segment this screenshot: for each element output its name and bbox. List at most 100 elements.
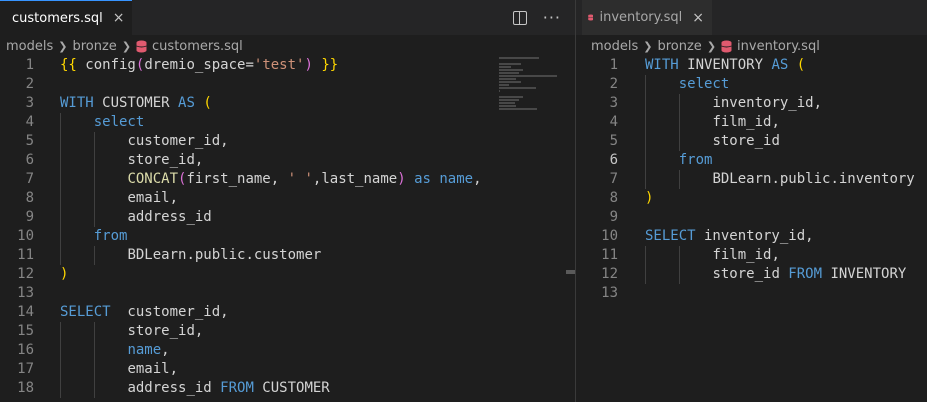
code-token: WITH (60, 95, 94, 111)
code-line[interactable]: 16 name, (0, 341, 575, 360)
minimap-line (499, 87, 537, 89)
more-actions-icon[interactable]: ··· (543, 8, 561, 27)
code-text: BDLearn.public.inventory (645, 170, 915, 189)
tab-bar: inventory.sql × (576, 0, 927, 35)
tab-customers-sql[interactable]: customers.sql × (0, 0, 132, 35)
code-token: store_id (712, 133, 780, 149)
breadcrumb-item-models[interactable]: models (591, 39, 638, 54)
close-icon[interactable]: × (692, 10, 704, 26)
code-text: CONCAT(first_name, ' ',last_name) as nam… (60, 170, 481, 189)
code-line[interactable]: 10 SELECT inventory_id, (576, 227, 927, 246)
line-number: 1 (609, 57, 618, 73)
code-text: from (645, 151, 713, 170)
line-number: 3 (609, 95, 618, 111)
breadcrumb-item-file[interactable]: inventory.sql (737, 39, 820, 54)
code-token: select (678, 76, 730, 92)
code-line[interactable]: 12 store_id FROM INVENTORY (576, 265, 927, 284)
code-token: dremio_space= (144, 57, 254, 73)
code-line[interactable]: 4 film_id, (576, 113, 927, 132)
code-line[interactable]: 17 email, (0, 360, 575, 379)
line-number: 11 (17, 247, 34, 263)
code-editor[interactable]: 1{{ config(dremio_space='test') }} 2 3 WITH… (0, 56, 575, 402)
code-line[interactable]: 9 (576, 208, 927, 227)
line-number: 6 (609, 152, 618, 168)
code-token: select (93, 114, 145, 130)
code-token: BDLearn.public.customer (127, 247, 322, 263)
code-line[interactable]: 13 (0, 284, 575, 303)
line-number: 1 (25, 57, 34, 73)
close-icon[interactable]: × (113, 10, 125, 26)
database-icon (588, 14, 594, 21)
code-text: store_id, (60, 322, 203, 341)
code-line[interactable]: 12) (0, 265, 575, 284)
editor-actions: ··· (512, 0, 561, 35)
code-token: customer_id, (110, 304, 229, 320)
line-number: 13 (17, 285, 34, 301)
code-line[interactable]: 6 store_id, (0, 151, 575, 170)
code-line[interactable]: 2 (0, 75, 575, 94)
breadcrumb-item-file[interactable]: customers.sql (152, 39, 243, 54)
line-number: 6 (25, 152, 34, 168)
code-token: , (161, 342, 170, 358)
code-editor[interactable]: 1 WITH INVENTORY AS ( 2 select 3 inventory_id… (576, 56, 927, 402)
line-number: 5 (25, 133, 34, 149)
code-token: BDLearn.public.inventory (712, 171, 915, 187)
code-line[interactable]: 1 {{ config(dremio_space='test') }} (0, 56, 575, 75)
code-line[interactable]: 9 address_id (0, 208, 575, 227)
code-text: SELECT customer_id, (60, 303, 229, 322)
code-line[interactable]: 8 email, (0, 189, 575, 208)
line-number: 3 (25, 95, 34, 111)
code-line[interactable]: 11 BDLearn.public.customer (0, 246, 575, 265)
code-line[interactable]: 3 WITH CUSTOMER AS ( (0, 94, 575, 113)
code-line[interactable]: 18 address_id FROM CUSTOMER (0, 379, 575, 398)
code-line[interactable]: 4 select (0, 113, 575, 132)
code-line[interactable]: 7 CONCAT(first_name, ' ',last_name) as na… (0, 170, 575, 189)
split-editor-icon[interactable] (512, 10, 527, 25)
code-line[interactable]: 13 (576, 284, 927, 303)
line-number: 4 (25, 114, 34, 130)
code-token: as (414, 171, 431, 187)
code-token: ) (304, 57, 313, 73)
code-text: email, (60, 189, 178, 208)
code-line[interactable]: 15 store_id, (0, 322, 575, 341)
code-text: inventory_id, (645, 94, 822, 113)
line-number: 11 (601, 247, 618, 263)
code-token: store_id, (127, 323, 204, 339)
code-line[interactable]: 5 customer_id, (0, 132, 575, 151)
code-token: SELECT (645, 228, 696, 244)
code-line[interactable]: 6 from (576, 151, 927, 170)
code-token: name (439, 171, 474, 187)
code-line[interactable]: 3 inventory_id, (576, 94, 927, 113)
code-text: store_id FROM INVENTORY (645, 265, 906, 284)
code-text: WITH INVENTORY AS ( (645, 56, 805, 75)
code-line[interactable]: 10 from (0, 227, 575, 246)
code-line[interactable]: 2 select (576, 75, 927, 94)
breadcrumb-item-models[interactable]: models (6, 39, 53, 54)
code-token: address_id (127, 380, 221, 396)
code-token: film_id, (712, 247, 780, 263)
code-text: ) (60, 265, 68, 284)
breadcrumb-item-bronze[interactable]: bronze (72, 39, 116, 54)
code-line[interactable]: 11 film_id, (576, 246, 927, 265)
scrollbar-thumb[interactable] (566, 270, 575, 274)
code-line[interactable]: 7 BDLearn.public.inventory (576, 170, 927, 189)
chevron-right-icon: ❯ (121, 39, 132, 53)
code-line[interactable]: 14 SELECT customer_id, (0, 303, 575, 322)
minimap[interactable] (499, 56, 559, 402)
code-token: WITH (645, 57, 679, 73)
line-number: 4 (609, 114, 618, 130)
code-token: address_id (127, 209, 212, 225)
code-text: store_id (645, 132, 780, 151)
line-number: 12 (17, 266, 34, 282)
code-line[interactable]: 8) (576, 189, 927, 208)
breadcrumb-item-bronze[interactable]: bronze (657, 39, 701, 54)
minimap-line (499, 78, 516, 80)
tab-inventory-sql[interactable]: inventory.sql × (582, 0, 712, 35)
code-line[interactable]: 5 store_id (576, 132, 927, 151)
code-token: email, (127, 361, 179, 377)
code-token: ) (397, 171, 406, 187)
code-line[interactable]: 1 WITH INVENTORY AS ( (576, 56, 927, 75)
line-number: 2 (609, 76, 618, 92)
minimap-line (499, 108, 538, 110)
